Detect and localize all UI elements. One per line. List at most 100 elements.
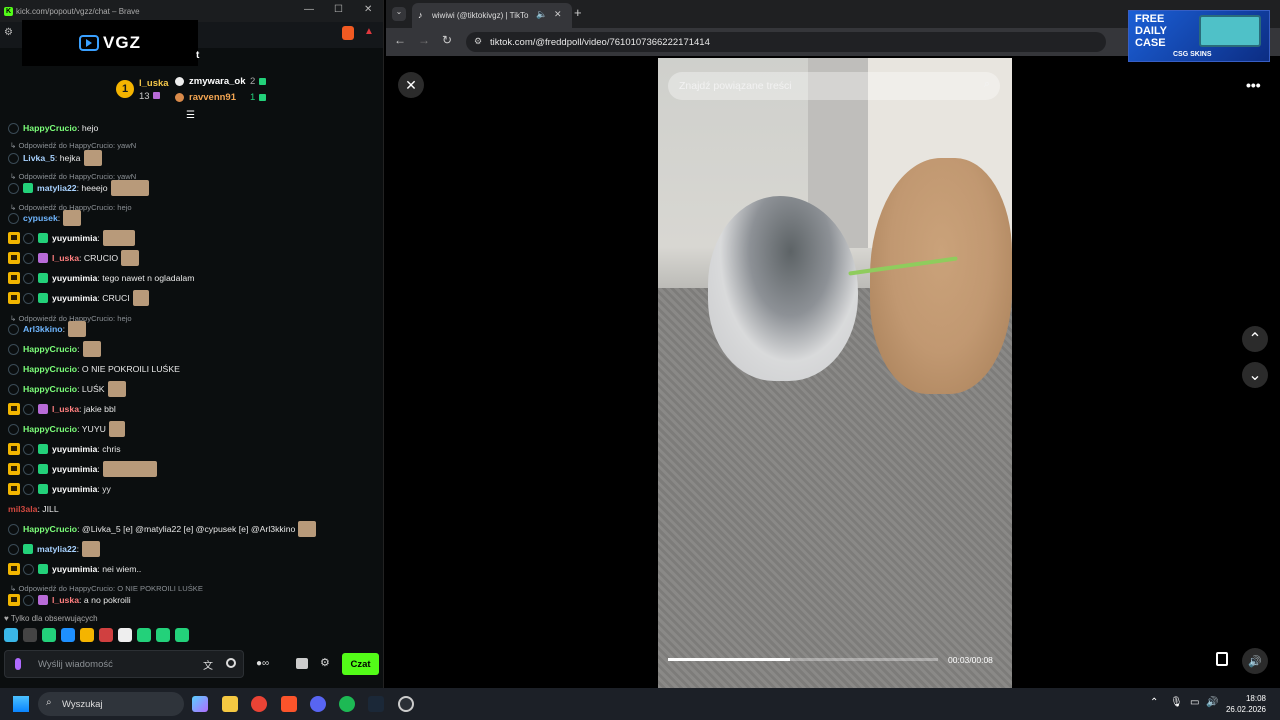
close-icon: ✕: [405, 76, 417, 93]
emote-icon[interactable]: [61, 628, 75, 642]
ad-banner[interactable]: FREE DAILY CASE CSG SKINS: [1128, 10, 1270, 62]
volume-button[interactable]: 🔊: [1242, 648, 1268, 674]
tray-chevron-icon[interactable]: ⌃: [1150, 697, 1158, 708]
ring-badge-icon: [8, 343, 19, 355]
chat-username[interactable]: mil3ala: [8, 504, 37, 514]
previous-video-button[interactable]: ⌃: [1242, 326, 1268, 352]
settings-icon[interactable]: ⚙: [4, 27, 13, 38]
settings-icon[interactable]: ⚙: [320, 656, 330, 669]
brave-icon[interactable]: [281, 696, 297, 712]
emote-icon[interactable]: [42, 628, 56, 642]
store-icon[interactable]: [296, 658, 308, 669]
brave-shield-icon[interactable]: [342, 26, 354, 40]
emote-icon[interactable]: [137, 628, 151, 642]
emote-icon[interactable]: [23, 628, 37, 642]
chat-username[interactable]: HappyCrucio: [23, 384, 77, 394]
chat-username[interactable]: Arl3kkino: [23, 324, 63, 334]
video-progress-bar[interactable]: [668, 658, 938, 661]
sub-badge-icon: [38, 273, 48, 283]
pip-icon[interactable]: [1216, 652, 1228, 666]
chat-message: Arl3kkino:: [0, 319, 87, 339]
chat-input[interactable]: Wyślij wiadomość 文: [4, 650, 244, 678]
ring-badge-icon: [23, 563, 34, 575]
chat-username[interactable]: HappyCrucio: [23, 524, 77, 534]
emote-icon[interactable]: [99, 628, 113, 642]
forward-icon[interactable]: →: [418, 33, 430, 47]
top-gifter-name[interactable]: l_uska: [139, 78, 169, 89]
chat-messages: HappyCrucio: hejo ↳ Odpowiedź do HappyCru…: [0, 114, 383, 606]
back-icon[interactable]: ←: [394, 33, 406, 47]
emote-icon[interactable]: [118, 628, 132, 642]
close-icon[interactable]: ✕: [364, 4, 372, 15]
second-gifter-name[interactable]: zmywara_ok: [189, 76, 246, 87]
tab-close-icon[interactable]: ✕: [554, 9, 562, 20]
discord-icon[interactable]: [310, 696, 326, 712]
tab-list-icon[interactable]: ⌄: [392, 7, 406, 21]
chat-username[interactable]: yuyumimia: [52, 484, 97, 494]
emote-icon[interactable]: [4, 628, 18, 642]
third-gifter-name[interactable]: ravvenn91: [189, 92, 236, 103]
emote-image: [121, 250, 140, 266]
chat-username[interactable]: matylia22: [37, 544, 77, 554]
file-explorer-icon[interactable]: [222, 696, 238, 712]
chat-username[interactable]: matylia22: [37, 183, 77, 193]
volume-icon[interactable]: 🔊: [1206, 697, 1218, 708]
translate-icon[interactable]: 文: [203, 657, 213, 672]
chat-text: :: [77, 344, 80, 354]
chat-message: yuyumimia: CRUCI: [0, 288, 149, 308]
chat-username[interactable]: cypusek: [23, 213, 58, 223]
ring-badge-icon: [8, 212, 19, 224]
new-tab-icon[interactable]: +: [574, 5, 582, 20]
emote-icon[interactable]: [175, 628, 189, 642]
url-field[interactable]: ⚙ tiktok.com/@freddpoll/video/7610107366…: [466, 32, 1106, 52]
tab-audio-icon[interactable]: 🔈: [536, 9, 547, 20]
related-search-input[interactable]: Znajdź powiązane treści ⌕: [668, 72, 1000, 100]
chat-username[interactable]: l_uska: [52, 595, 79, 605]
chat-username[interactable]: HappyCrucio: [23, 424, 77, 434]
chrome-icon[interactable]: [251, 696, 267, 712]
chat-message: matylia22: heeejo: [0, 178, 149, 198]
chat-username[interactable]: yuyumimia: [52, 233, 97, 243]
clock[interactable]: 18:08 26.02.2026: [1226, 693, 1266, 715]
chat-username[interactable]: l_uska: [52, 253, 79, 263]
gift-icon: [259, 78, 266, 85]
tan-rabbit: [870, 158, 1012, 394]
kicks-icon[interactable]: ●∞: [256, 658, 280, 669]
emote-icon[interactable]: [80, 628, 94, 642]
chat-username[interactable]: yuyumimia: [52, 293, 97, 303]
chat-username[interactable]: yuyumimia: [52, 564, 97, 574]
chat-username[interactable]: HappyCrucio: [23, 344, 77, 354]
mic-icon[interactable]: [15, 658, 21, 670]
taskbar-search[interactable]: ⌕ Wyszukaj: [38, 692, 184, 716]
send-chat-button[interactable]: Czat: [342, 653, 379, 675]
tab-tiktok[interactable]: ♪ wiwiwi (@tiktokivgz) | TikTo 🔈 ✕: [412, 3, 572, 28]
rewards-icon[interactable]: ▲: [364, 26, 374, 37]
close-video-button[interactable]: ✕: [398, 72, 424, 98]
chat-username[interactable]: yuyumimia: [52, 444, 97, 454]
spotify-icon[interactable]: [339, 696, 355, 712]
site-info-icon[interactable]: ⚙: [474, 36, 482, 47]
more-options-icon[interactable]: •••: [1246, 77, 1261, 93]
video-player[interactable]: Znajdź powiązane treści ⌕ 00:03/00:08: [658, 58, 1012, 688]
chat-username[interactable]: yuyumimia: [52, 464, 97, 474]
chat-username[interactable]: HappyCrucio: [23, 364, 77, 374]
mic-icon[interactable]: 🎙: [1170, 697, 1183, 708]
emoji-icon[interactable]: [226, 658, 236, 668]
ring-badge-icon: [8, 152, 19, 164]
maximize-icon[interactable]: ☐: [334, 4, 343, 15]
next-video-button[interactable]: ⌄: [1242, 362, 1268, 388]
minimize-icon[interactable]: —: [304, 4, 314, 15]
network-icon[interactable]: ▭: [1190, 697, 1199, 708]
steam-icon[interactable]: [368, 696, 384, 712]
chat-username[interactable]: HappyCrucio: [23, 123, 77, 133]
start-icon[interactable]: [13, 696, 29, 712]
emote-icon[interactable]: [156, 628, 170, 642]
chat-username[interactable]: l_uska: [52, 404, 79, 414]
reload-icon[interactable]: ↻: [442, 33, 452, 47]
chat-username[interactable]: yuyumimia: [52, 273, 97, 283]
ring-badge-icon: [23, 272, 34, 284]
chat-username[interactable]: Livka_5: [23, 153, 55, 163]
copilot-icon[interactable]: [192, 696, 208, 712]
app-icon[interactable]: [398, 696, 414, 712]
search-icon[interactable]: ⌕: [984, 78, 990, 91]
